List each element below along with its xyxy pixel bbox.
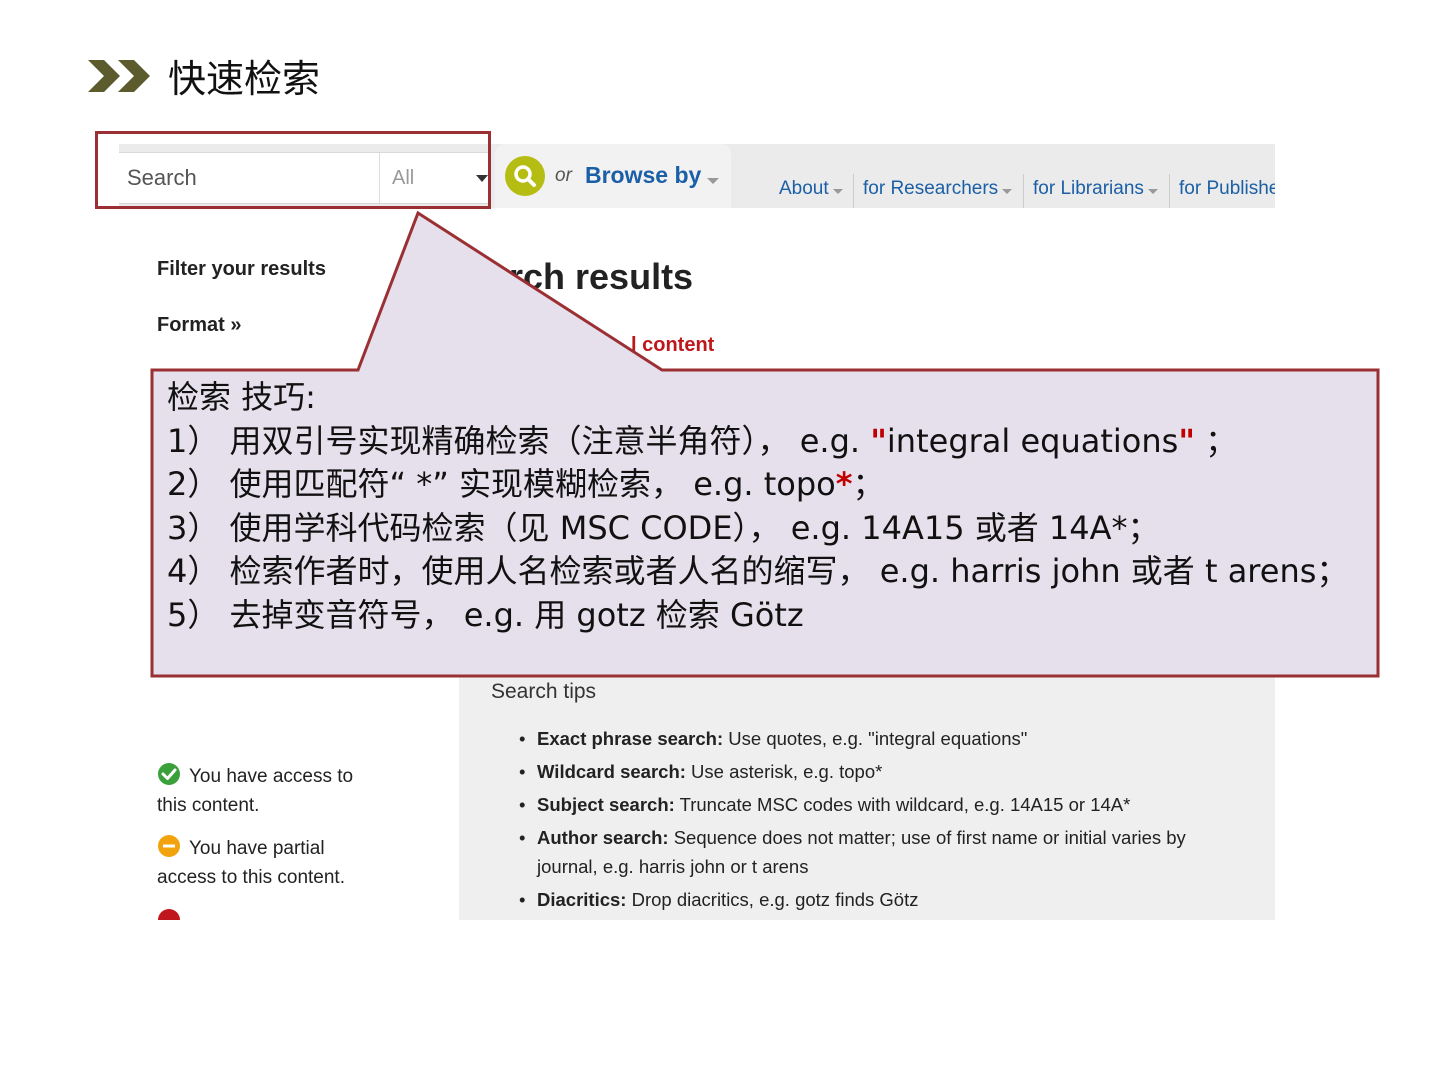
callout-line-1-suffix: ； bbox=[1194, 421, 1238, 460]
quote-mark-red: " bbox=[1178, 421, 1195, 460]
asterisk-red: * bbox=[835, 465, 853, 503]
callout-line-1-text: 1） 用双引号实现精确检索（注意半角符）， e.g. bbox=[167, 421, 871, 460]
callout-line-1: 1） 用双引号实现精确检索（注意半角符）， e.g. "integral equ… bbox=[167, 420, 1367, 464]
callout-phrase: integral equations bbox=[886, 421, 1179, 460]
callout-line-2-text: 2） 使用匹配符“ *” 实现模糊检索， e.g. topo bbox=[167, 465, 836, 503]
callout-line-5: 5） 去掉变音符号， e.g. 用 gotz 检索 Götz bbox=[167, 595, 804, 634]
callout-line-2-suffix: ； bbox=[852, 465, 885, 503]
quote-mark-red: " bbox=[870, 421, 887, 460]
callout-line-2: 2） 使用匹配符“ *” 实现模糊检索， e.g. topo*； bbox=[167, 463, 1367, 507]
callout-heading: 检索 技巧: bbox=[167, 378, 316, 416]
callout-line-3: 3） 使用学科代码检索（见 MSC CODE）， e.g. 14A15 或者 1… bbox=[167, 508, 1160, 547]
callout-line-4: 4） 检索作者时，使用人名检索或者人名的缩写， e.g. harris john… bbox=[167, 552, 1349, 590]
search-tips-callout: 检索 技巧: 1） 用双引号实现精确检索（注意半角符）， e.g. "integ… bbox=[167, 376, 1367, 637]
